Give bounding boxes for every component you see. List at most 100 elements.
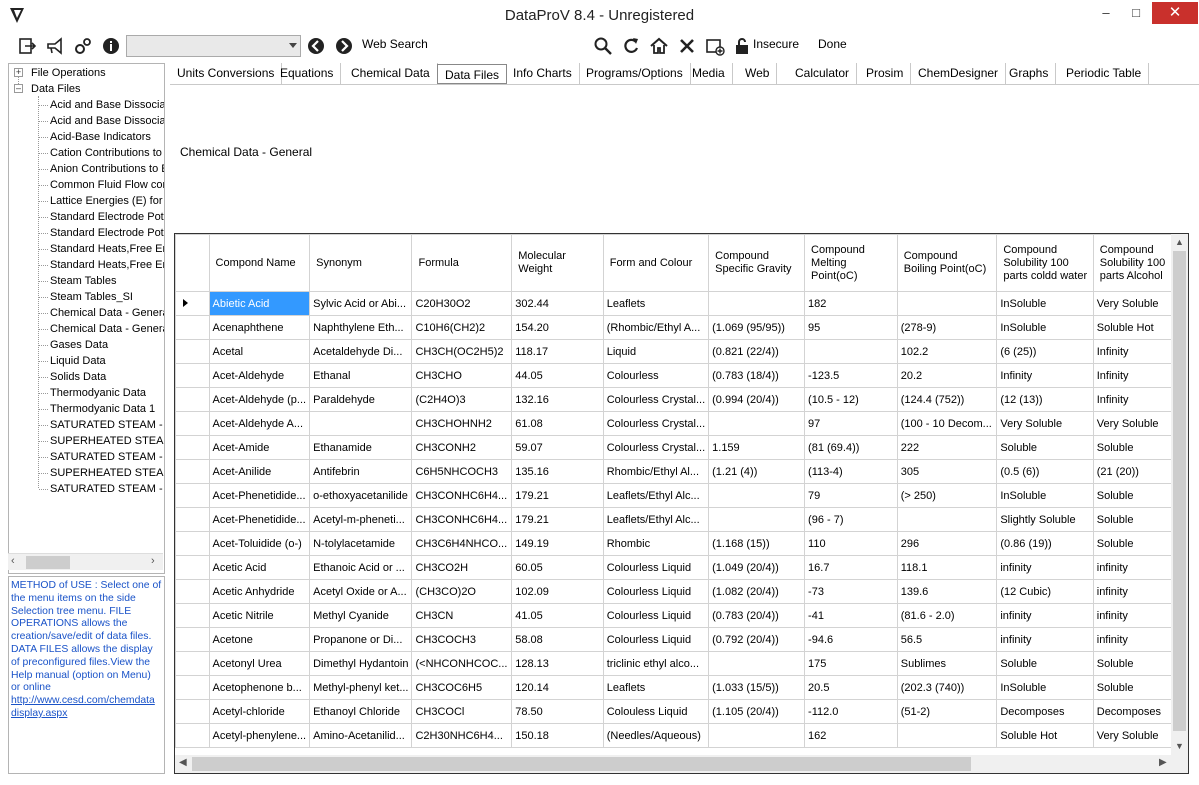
- table-cell[interactable]: 132.16: [511, 387, 604, 412]
- table-cell[interactable]: Acetophenone b...: [208, 675, 311, 700]
- table-cell[interactable]: triclinic ethyl alco...: [602, 651, 710, 676]
- table-cell[interactable]: 20.2: [896, 363, 998, 388]
- column-header[interactable]: Compound Specific Gravity: [708, 234, 806, 292]
- tree-item[interactable]: Lattice Energies (E) for C: [50, 193, 164, 209]
- table-cell[interactable]: (96 - 7): [804, 507, 898, 532]
- table-cell[interactable]: 1.159: [708, 435, 806, 460]
- table-cell[interactable]: Acetic Acid: [208, 555, 311, 580]
- table-cell[interactable]: (> 250): [896, 483, 998, 508]
- table-row[interactable]: Abietic Acid Sylvic Acid or Abi... C20H30O…: [175, 291, 1188, 316]
- table-row[interactable]: Acetic Acid Ethanoic Acid or ... CH3CO2H 60…: [175, 555, 1188, 580]
- column-header[interactable]: Compond Name: [208, 234, 311, 292]
- row-header[interactable]: [175, 579, 210, 604]
- table-cell[interactable]: 60.05: [511, 555, 604, 580]
- row-header[interactable]: [175, 459, 210, 484]
- table-cell[interactable]: Acet-Aldehyde (p...: [208, 387, 311, 412]
- tab-prosim[interactable]: Prosim: [859, 63, 912, 84]
- row-header[interactable]: [175, 531, 210, 556]
- table-cell[interactable]: 222: [896, 435, 998, 460]
- table-cell[interactable]: (<NHCONHCOC...: [411, 651, 513, 676]
- table-cell[interactable]: C10H6(CH2)2: [411, 315, 513, 340]
- row-header[interactable]: [175, 699, 210, 724]
- table-cell[interactable]: Naphthylene Eth...: [309, 315, 413, 340]
- table-cell[interactable]: -94.6: [804, 627, 898, 652]
- tree-horizontal-scrollbar[interactable]: ‹ ›: [8, 553, 163, 570]
- tree-item[interactable]: SATURATED STEAM - T: [50, 417, 164, 433]
- table-cell[interactable]: Methyl Cyanide: [309, 603, 413, 628]
- table-cell[interactable]: (C2H4O)3: [411, 387, 513, 412]
- tree-item[interactable]: Chemical Data - General: [50, 305, 164, 321]
- tree-item[interactable]: Chemical Data - General: [50, 321, 164, 337]
- table-cell[interactable]: 44.05: [511, 363, 604, 388]
- tab-units-conversions[interactable]: Units Conversions: [170, 63, 283, 84]
- row-header[interactable]: [175, 315, 210, 340]
- table-cell[interactable]: -112.0: [804, 699, 898, 724]
- web-search-button[interactable]: Web Search: [362, 37, 428, 51]
- table-cell[interactable]: Acetonyl Urea: [208, 651, 311, 676]
- table-cell[interactable]: Antifebrin: [309, 459, 413, 484]
- tree-item[interactable]: Acid-Base Indicators: [50, 129, 151, 145]
- table-cell[interactable]: -123.5: [804, 363, 898, 388]
- table-cell[interactable]: o-ethoxyacetanilide: [309, 483, 413, 508]
- table-cell[interactable]: Slightly Soluble: [996, 507, 1094, 532]
- column-header[interactable]: Form and Colour: [602, 234, 710, 292]
- table-cell[interactable]: CH3CONHC6H4...: [411, 483, 513, 508]
- table-cell[interactable]: Colourless Liquid: [602, 579, 710, 604]
- table-cell[interactable]: (81 (69.4)): [804, 435, 898, 460]
- table-cell[interactable]: CH3CHO: [411, 363, 513, 388]
- table-cell[interactable]: CH3C6H4NHCO...: [411, 531, 513, 556]
- grid-horizontal-scrollbar[interactable]: ◀ ▶: [175, 755, 1171, 773]
- table-cell[interactable]: (0.792 (20/4)): [708, 627, 806, 652]
- table-cell[interactable]: Colourless Liquid: [602, 555, 710, 580]
- tab-programs-options[interactable]: Programs/Options: [579, 63, 691, 84]
- tree-item[interactable]: Standard Electrode Pote: [50, 209, 164, 225]
- help-link[interactable]: http://www.cesd.com/chemdata display.asp…: [11, 695, 155, 719]
- table-cell[interactable]: 79: [804, 483, 898, 508]
- table-row[interactable]: Acetonyl Urea Dimethyl Hydantoin (<NHCONHC…: [175, 651, 1188, 676]
- table-cell[interactable]: InSoluble: [996, 291, 1094, 316]
- table-cell[interactable]: N-tolylacetamide: [309, 531, 413, 556]
- table-cell[interactable]: Acenaphthene: [208, 315, 311, 340]
- tab-chemical-data[interactable]: Chemical Data: [344, 63, 438, 84]
- table-cell[interactable]: (CH3CO)2O: [411, 579, 513, 604]
- table-cell[interactable]: (0.783 (18/4)): [708, 363, 806, 388]
- table-cell[interactable]: 128.13: [511, 651, 604, 676]
- table-cell[interactable]: 302.44: [511, 291, 604, 316]
- tree-item[interactable]: Standard Heats,Free En: [50, 241, 164, 257]
- table-cell[interactable]: infinity: [996, 555, 1094, 580]
- table-cell[interactable]: 120.14: [511, 675, 604, 700]
- table-cell[interactable]: Acet-Aldehyde A...: [208, 411, 311, 436]
- table-cell[interactable]: [309, 411, 413, 436]
- tree-item-data-files[interactable]: Data Files: [31, 81, 81, 97]
- table-cell[interactable]: 162: [804, 723, 898, 748]
- table-row[interactable]: Acet-Phenetidide... o-ethoxyacetanilide CH…: [175, 483, 1188, 508]
- table-cell[interactable]: 102.2: [896, 339, 998, 364]
- table-cell[interactable]: Acetic Nitrile: [208, 603, 311, 628]
- table-cell[interactable]: Colourless Liquid: [602, 603, 710, 628]
- search-combo[interactable]: [126, 35, 301, 57]
- tab-web[interactable]: Web: [738, 63, 778, 84]
- table-cell[interactable]: 102.09: [511, 579, 604, 604]
- table-cell[interactable]: Colourless: [602, 363, 710, 388]
- column-header[interactable]: Molecular Weight: [511, 234, 604, 292]
- table-cell[interactable]: 58.08: [511, 627, 604, 652]
- refresh-icon[interactable]: [621, 36, 641, 56]
- table-cell[interactable]: 182: [804, 291, 898, 316]
- table-cell[interactable]: 95: [804, 315, 898, 340]
- table-cell[interactable]: (12 (13)): [996, 387, 1094, 412]
- table-cell[interactable]: infinity: [996, 627, 1094, 652]
- table-row[interactable]: Acet-Anilide Antifebrin C6H5NHCOCH3 135.16 R…: [175, 459, 1188, 484]
- table-row[interactable]: Acetophenone b... Methyl-phenyl ket... CH3…: [175, 675, 1188, 700]
- table-cell[interactable]: Very Soluble: [996, 411, 1094, 436]
- table-cell[interactable]: Infinity: [996, 363, 1094, 388]
- table-cell[interactable]: 118.1: [896, 555, 998, 580]
- table-cell[interactable]: Acetyl Oxide or A...: [309, 579, 413, 604]
- table-cell[interactable]: Amino-Acetanilid...: [309, 723, 413, 748]
- table-row[interactable]: Acetyl-chloride Ethanoyl Chloride CH3COCl 7…: [175, 699, 1188, 724]
- exit-icon[interactable]: [17, 36, 37, 56]
- table-cell[interactable]: -41: [804, 603, 898, 628]
- table-cell[interactable]: InSoluble: [996, 483, 1094, 508]
- table-cell[interactable]: -73: [804, 579, 898, 604]
- scroll-thumb[interactable]: [26, 556, 70, 569]
- table-row[interactable]: Acetal Acetaldehyde Di... CH3CH(OC2H5)2 118…: [175, 339, 1188, 364]
